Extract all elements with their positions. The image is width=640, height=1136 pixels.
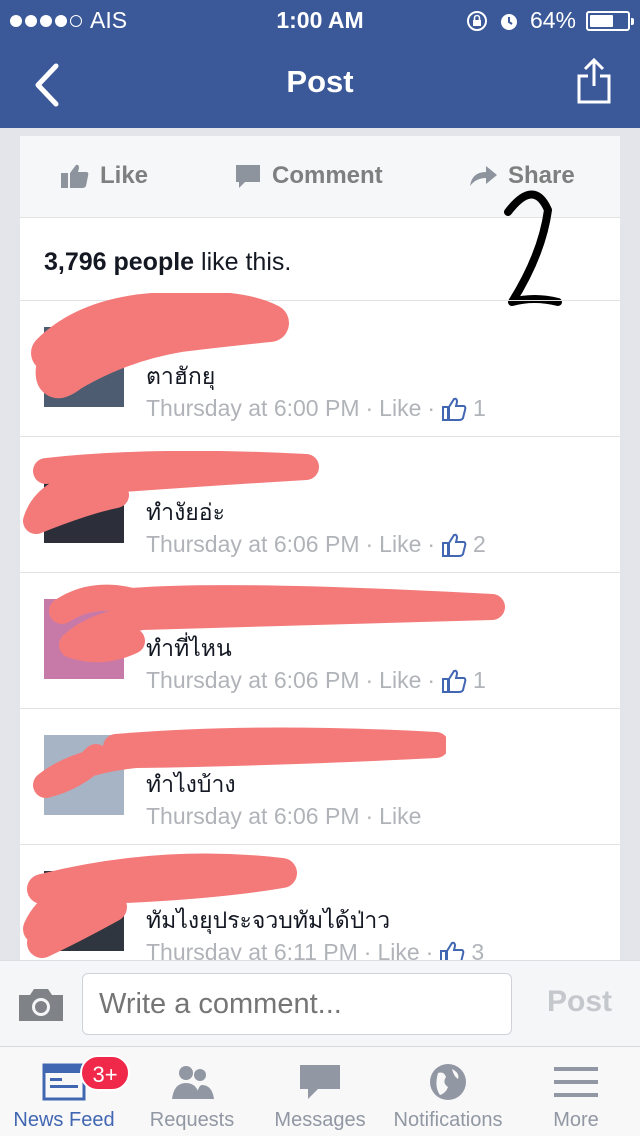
thumbs-up-outline-icon — [442, 533, 467, 557]
comment-item: ทำที่ไหน Thursday at 6:06 PM · Like · 1 — [20, 572, 620, 708]
alarm-icon — [500, 13, 517, 30]
comment-meta: Thursday at 6:11 PM · Like · 3 — [146, 939, 484, 960]
comment-input[interactable] — [82, 973, 512, 1035]
avatar[interactable] — [44, 599, 124, 679]
comment-item: ทำไงบ้าง Thursday at 6:06 PM · Like — [20, 708, 620, 844]
status-bar: AIS 1:00 AM 64% — [0, 0, 640, 40]
rotation-lock-icon — [466, 10, 487, 31]
comment-time: Thursday at 6:06 PM — [146, 531, 360, 557]
comment-time: Thursday at 6:06 PM — [146, 667, 360, 693]
comment-composer: Post — [0, 960, 640, 1046]
comment-text: ทำไงบ้าง — [146, 771, 236, 797]
thumbs-up-outline-icon — [440, 941, 465, 960]
comment-like-count: 2 — [473, 531, 486, 557]
globe-icon — [430, 1064, 466, 1100]
top-bar: AIS 1:00 AM 64% Post — [0, 0, 640, 128]
comment-text: ทำงัยอ่ะ — [146, 499, 225, 525]
tab-messages[interactable]: Messages — [256, 1047, 384, 1136]
battery-percent: 64% — [529, 7, 576, 33]
tab-more[interactable]: More — [512, 1047, 640, 1136]
comment-time: Thursday at 6:06 PM — [146, 803, 360, 829]
tab-label: Messages — [274, 1109, 366, 1131]
comment-time: Thursday at 6:00 PM — [146, 395, 360, 421]
post-content: Like Comment Share 3,796 people like thi… — [0, 128, 640, 960]
share-export-icon[interactable] — [576, 56, 612, 106]
tab-notifications[interactable]: Notifications — [384, 1047, 512, 1136]
comment-item: ตาฮักยุ Thursday at 6:00 PM · Like · 1 — [20, 293, 620, 436]
handwritten-annotation — [504, 190, 562, 306]
comment-text: ทำที่ไหน — [146, 635, 232, 661]
comment-like-link[interactable]: Like — [379, 531, 421, 558]
comment-meta: Thursday at 6:06 PM · Like · 1 — [146, 667, 486, 694]
tab-news-feed[interactable]: 3+ News Feed — [0, 1047, 130, 1136]
comment-meta: Thursday at 6:00 PM · Like · 1 — [146, 395, 486, 422]
comment-like-link[interactable]: Like — [377, 939, 419, 960]
share-arrow-icon — [470, 166, 497, 186]
tab-label: More — [553, 1109, 599, 1131]
menu-icon — [554, 1067, 598, 1097]
comment-text: ทัมไงยุประจวบทัมได้ป่าว — [146, 907, 391, 933]
comment-button[interactable]: Comment — [234, 162, 383, 190]
comment-item: ทำงัยอ่ะ Thursday at 6:06 PM · Like · 2 — [20, 436, 620, 572]
page-title: Post — [286, 64, 354, 99]
comment-meta: Thursday at 6:06 PM · Like — [146, 803, 422, 830]
likes-summary[interactable]: 3,796 people like this. — [44, 248, 291, 277]
post-card: Like Comment Share 3,796 people like thi… — [20, 136, 620, 960]
avatar[interactable] — [44, 735, 124, 815]
thumbs-up-icon — [61, 164, 89, 188]
friend-requests-icon — [172, 1066, 214, 1099]
tab-label: Notifications — [393, 1109, 503, 1131]
tab-label: Requests — [149, 1109, 235, 1131]
comment-like-count: 1 — [473, 667, 486, 693]
avatar[interactable] — [44, 463, 124, 543]
notification-badge: 3+ — [80, 1055, 130, 1091]
like-button[interactable]: Like — [60, 162, 148, 190]
comment-like-link[interactable]: Like — [379, 667, 421, 694]
comment-like-link[interactable]: Like — [379, 395, 421, 422]
battery-icon — [586, 10, 634, 31]
tab-requests[interactable]: Requests — [128, 1047, 256, 1136]
post-button[interactable]: Post — [547, 985, 612, 1019]
tab-bar: 3+ News Feed Requests Messages Notificat… — [0, 1046, 640, 1136]
comment-like-link[interactable]: Like — [379, 803, 421, 830]
camera-icon[interactable] — [16, 985, 66, 1023]
comment-time: Thursday at 6:11 PM — [146, 939, 358, 960]
avatar[interactable] — [44, 871, 124, 951]
thumbs-up-outline-icon — [442, 397, 467, 421]
comment-text: ตาฮักยุ — [146, 363, 216, 389]
messages-icon — [300, 1065, 340, 1099]
speech-bubble-icon — [236, 165, 260, 188]
comment-like-count: 3 — [471, 939, 485, 960]
avatar[interactable] — [44, 327, 124, 407]
comment-meta: Thursday at 6:06 PM · Like · 2 — [146, 531, 486, 558]
tab-label: News Feed — [13, 1109, 115, 1131]
thumbs-up-outline-icon — [442, 669, 467, 693]
comment-item: ทัมไงยุประจวบทัมได้ป่าว Thursday at 6:11… — [20, 844, 620, 960]
comment-like-count: 1 — [473, 395, 486, 421]
